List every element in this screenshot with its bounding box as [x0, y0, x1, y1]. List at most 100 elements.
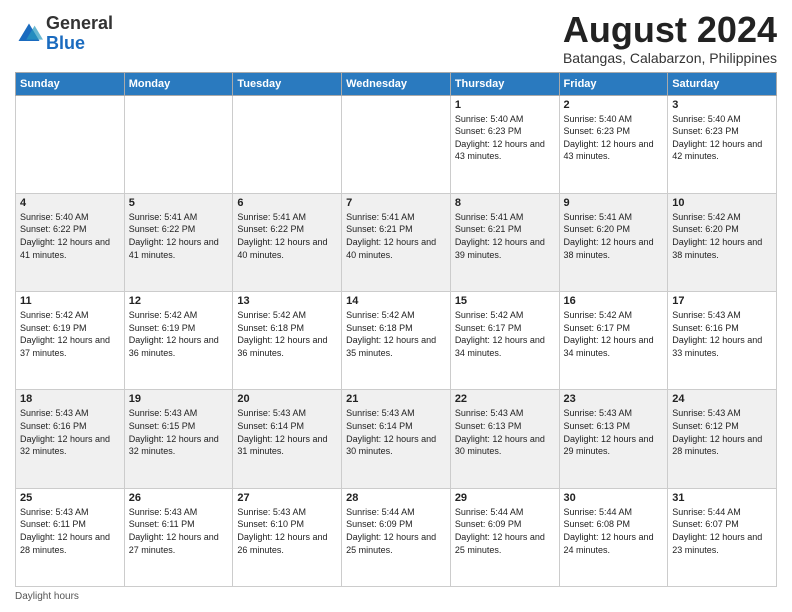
month-title: August 2024: [563, 10, 777, 50]
calendar-day-cell: 20 Sunrise: 5:43 AM Sunset: 6:14 PM Dayli…: [233, 390, 342, 488]
day-info: Sunrise: 5:41 AM Sunset: 6:21 PM Dayligh…: [455, 211, 555, 261]
day-number: 5: [129, 197, 229, 209]
calendar-day-header: Friday: [559, 72, 668, 95]
calendar-day-header: Tuesday: [233, 72, 342, 95]
logo: General Blue: [15, 14, 113, 54]
day-number: 24: [672, 393, 772, 405]
day-info: Sunrise: 5:43 AM Sunset: 6:13 PM Dayligh…: [455, 407, 555, 457]
footer: Daylight hours: [15, 591, 777, 602]
day-number: 10: [672, 197, 772, 209]
day-info: Sunrise: 5:44 AM Sunset: 6:07 PM Dayligh…: [672, 506, 772, 556]
day-info: Sunrise: 5:41 AM Sunset: 6:20 PM Dayligh…: [564, 211, 664, 261]
calendar-day-cell: 10 Sunrise: 5:42 AM Sunset: 6:20 PM Dayli…: [668, 193, 777, 291]
day-number: 28: [346, 492, 446, 504]
day-info: Sunrise: 5:42 AM Sunset: 6:19 PM Dayligh…: [129, 309, 229, 359]
day-info: Sunrise: 5:43 AM Sunset: 6:14 PM Dayligh…: [346, 407, 446, 457]
day-number: 22: [455, 393, 555, 405]
calendar-day-cell: 1Sunrise: 5:40 AM Sunset: 6:23 PM Daylig…: [450, 95, 559, 193]
calendar-day-cell: 29Sunrise: 5:44 AM Sunset: 6:09 PM Dayli…: [450, 488, 559, 586]
day-info: Sunrise: 5:40 AM Sunset: 6:23 PM Dayligh…: [672, 113, 772, 163]
calendar-day-header: Wednesday: [342, 72, 451, 95]
day-info: Sunrise: 5:42 AM Sunset: 6:17 PM Dayligh…: [455, 309, 555, 359]
calendar-day-header: Thursday: [450, 72, 559, 95]
calendar-day-cell: 21 Sunrise: 5:43 AM Sunset: 6:14 PM Dayli…: [342, 390, 451, 488]
calendar-day-cell: 23 Sunrise: 5:43 AM Sunset: 6:13 PM Dayli…: [559, 390, 668, 488]
day-number: 16: [564, 295, 664, 307]
day-info: Sunrise: 5:42 AM Sunset: 6:18 PM Dayligh…: [237, 309, 337, 359]
day-number: 11: [20, 295, 120, 307]
day-number: 1: [455, 99, 555, 111]
calendar-day-cell: 18 Sunrise: 5:43 AM Sunset: 6:16 PM Dayli…: [16, 390, 125, 488]
day-number: 3: [672, 99, 772, 111]
day-info: Sunrise: 5:42 AM Sunset: 6:20 PM Dayligh…: [672, 211, 772, 261]
day-number: 18: [20, 393, 120, 405]
calendar-header-row: SundayMondayTuesdayWednesdayThursdayFrid…: [16, 72, 777, 95]
day-number: 20: [237, 393, 337, 405]
calendar-week-row: 11 Sunrise: 5:42 AM Sunset: 6:19 PM Dayli…: [16, 292, 777, 390]
day-info: Sunrise: 5:43 AM Sunset: 6:13 PM Dayligh…: [564, 407, 664, 457]
day-number: 30: [564, 492, 664, 504]
day-info: Sunrise: 5:43 AM Sunset: 6:10 PM Dayligh…: [237, 506, 337, 556]
calendar-day-cell: 28 Sunrise: 5:44 AM Sunset: 6:09 PM Dayli…: [342, 488, 451, 586]
calendar-day-cell: 26 Sunrise: 5:43 AM Sunset: 6:11 PM Dayli…: [124, 488, 233, 586]
calendar-day-header: Sunday: [16, 72, 125, 95]
calendar-day-cell: 12 Sunrise: 5:42 AM Sunset: 6:19 PM Dayli…: [124, 292, 233, 390]
day-info: Sunrise: 5:44 AM Sunset: 6:08 PM Dayligh…: [564, 506, 664, 556]
calendar-day-header: Saturday: [668, 72, 777, 95]
day-info: Sunrise: 5:40 AM Sunset: 6:23 PM Dayligh…: [564, 113, 664, 163]
day-number: 26: [129, 492, 229, 504]
calendar-day-cell: 6 Sunrise: 5:41 AM Sunset: 6:22 PM Daylig…: [233, 193, 342, 291]
calendar-day-cell: 4Sunrise: 5:40 AM Sunset: 6:22 PM Daylig…: [16, 193, 125, 291]
day-number: 6: [237, 197, 337, 209]
calendar-week-row: 1 Sunrise: 5:40 AM Sunset: 6:23 PM Daylig…: [16, 95, 777, 193]
day-info: Sunrise: 5:42 AM Sunset: 6:18 PM Dayligh…: [346, 309, 446, 359]
day-number: 23: [564, 393, 664, 405]
calendar-day-cell: 2 Sunrise: 5:40 AM Sunset: 6:23 PM Daylig…: [559, 95, 668, 193]
calendar-week-row: 18 Sunrise: 5:43 AM Sunset: 6:16 PM Dayli…: [16, 390, 777, 488]
calendar-day-cell: 25Sunrise: 5:43 AM Sunset: 6:11 PM Dayli…: [16, 488, 125, 586]
calendar-day-cell: 24 Sunrise: 5:43 AM Sunset: 6:12 PM Dayli…: [668, 390, 777, 488]
calendar-day-cell: 30 Sunrise: 5:44 AM Sunset: 6:08 PM Dayli…: [559, 488, 668, 586]
day-info: Sunrise: 5:41 AM Sunset: 6:22 PM Dayligh…: [129, 211, 229, 261]
calendar-day-cell: [124, 95, 233, 193]
day-number: 12: [129, 295, 229, 307]
page: General Blue August 2024 Batangas, Calab…: [0, 0, 792, 612]
calendar-day-cell: 14 Sunrise: 5:42 AM Sunset: 6:18 PM Dayli…: [342, 292, 451, 390]
day-number: 7: [346, 197, 446, 209]
calendar-day-cell: 11Sunrise: 5:42 AM Sunset: 6:19 PM Dayli…: [16, 292, 125, 390]
day-number: 8: [455, 197, 555, 209]
day-info: Sunrise: 5:44 AM Sunset: 6:09 PM Dayligh…: [346, 506, 446, 556]
calendar-day-cell: 19Sunrise: 5:43 AM Sunset: 6:15 PM Dayli…: [124, 390, 233, 488]
logo-icon: [15, 20, 43, 48]
calendar-day-cell: [16, 95, 125, 193]
day-info: Sunrise: 5:41 AM Sunset: 6:21 PM Dayligh…: [346, 211, 446, 261]
calendar-week-row: 4Sunrise: 5:40 AM Sunset: 6:22 PM Daylig…: [16, 193, 777, 291]
calendar-day-cell: 3 Sunrise: 5:40 AM Sunset: 6:23 PM Daylig…: [668, 95, 777, 193]
day-info: Sunrise: 5:43 AM Sunset: 6:11 PM Dayligh…: [20, 506, 120, 556]
day-info: Sunrise: 5:41 AM Sunset: 6:22 PM Dayligh…: [237, 211, 337, 261]
day-info: Sunrise: 5:43 AM Sunset: 6:11 PM Dayligh…: [129, 506, 229, 556]
day-number: 19: [129, 393, 229, 405]
calendar-day-cell: 9 Sunrise: 5:41 AM Sunset: 6:20 PM Daylig…: [559, 193, 668, 291]
day-number: 9: [564, 197, 664, 209]
day-info: Sunrise: 5:42 AM Sunset: 6:17 PM Dayligh…: [564, 309, 664, 359]
calendar-day-cell: [233, 95, 342, 193]
day-number: 14: [346, 295, 446, 307]
day-info: Sunrise: 5:43 AM Sunset: 6:16 PM Dayligh…: [20, 407, 120, 457]
calendar-day-cell: 17Sunrise: 5:43 AM Sunset: 6:16 PM Dayli…: [668, 292, 777, 390]
logo-general-text: General: [46, 13, 113, 33]
day-number: 2: [564, 99, 664, 111]
day-number: 21: [346, 393, 446, 405]
day-info: Sunrise: 5:44 AM Sunset: 6:09 PM Dayligh…: [455, 506, 555, 556]
calendar-day-header: Monday: [124, 72, 233, 95]
day-info: Sunrise: 5:43 AM Sunset: 6:16 PM Dayligh…: [672, 309, 772, 359]
calendar-day-cell: 15Sunrise: 5:42 AM Sunset: 6:17 PM Dayli…: [450, 292, 559, 390]
calendar-day-cell: [342, 95, 451, 193]
calendar-day-cell: 13Sunrise: 5:42 AM Sunset: 6:18 PM Dayli…: [233, 292, 342, 390]
calendar-week-row: 25Sunrise: 5:43 AM Sunset: 6:11 PM Dayli…: [16, 488, 777, 586]
title-block: August 2024 Batangas, Calabarzon, Philip…: [563, 10, 777, 66]
day-info: Sunrise: 5:43 AM Sunset: 6:14 PM Dayligh…: [237, 407, 337, 457]
day-info: Sunrise: 5:43 AM Sunset: 6:12 PM Dayligh…: [672, 407, 772, 457]
header: General Blue August 2024 Batangas, Calab…: [15, 10, 777, 66]
logo-blue-text: Blue: [46, 33, 85, 53]
